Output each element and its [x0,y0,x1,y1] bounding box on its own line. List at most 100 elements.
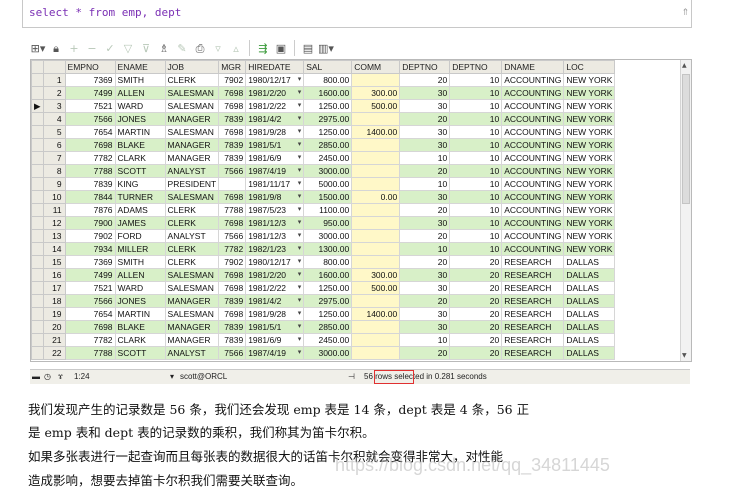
table-cell[interactable]: SALESMAN [164,281,220,295]
table-cell[interactable]: 7698 [218,268,247,282]
table-cell[interactable]: 7566 [218,164,247,178]
table-cell[interactable]: 2975.00 [303,294,353,308]
table-cell[interactable]: 3000.00 [303,164,353,178]
table-row[interactable]: 9 7839 KING PRESIDENT 1981/11/17 ▾ 5000.00 10 10… [31,177,616,191]
table-cell[interactable]: WARD [114,99,166,113]
row-indicator[interactable] [31,294,44,308]
table-cell[interactable]: 20 [449,255,503,269]
table-cell[interactable]: 10 [399,242,451,256]
table-cell[interactable]: PRESIDENT [164,177,220,191]
table-cell[interactable]: 30 [399,320,451,334]
table-cell[interactable]: 7566 [218,346,247,360]
row-number[interactable]: 18 [42,294,66,308]
row-number[interactable]: 20 [42,320,66,334]
row-indicator[interactable] [31,281,44,295]
row-indicator[interactable] [31,138,44,152]
table-cell[interactable]: 7566 [64,112,116,126]
table-cell[interactable]: 1981/6/9 ▾ [245,333,305,347]
table-row[interactable]: ▶ 3 7521 WARD SALESMAN 7698 1981/2/22 ▾ 1250.00 5… [31,99,616,113]
table-cell[interactable]: 2450.00 [303,151,353,165]
table-cell[interactable]: DALLAS [563,320,616,334]
table-cell[interactable]: 2850.00 [303,138,353,152]
table-cell[interactable]: 10 [399,177,451,191]
table-cell[interactable]: SALESMAN [164,99,220,113]
table-cell[interactable]: BLAKE [114,320,166,334]
table-cell[interactable]: 7698 [218,86,247,100]
table-cell[interactable]: 7934 [64,242,116,256]
table-cell[interactable]: 10 [449,216,503,230]
table-cell[interactable]: 3000.00 [303,229,353,243]
table-cell[interactable]: 30 [399,216,451,230]
table-cell[interactable]: MARTIN [114,307,166,321]
row-number[interactable]: 17 [42,281,66,295]
table-cell[interactable]: 7499 [64,86,116,100]
table-cell[interactable]: 20 [449,320,503,334]
table-cell[interactable] [351,177,401,191]
table-cell[interactable]: ACCOUNTING [501,125,565,139]
table-cell[interactable]: DALLAS [563,255,616,269]
table-cell[interactable]: ACCOUNTING [501,86,565,100]
row-number[interactable]: 3 [42,99,66,113]
table-cell[interactable]: DALLAS [563,333,616,347]
table-cell[interactable]: 1980/12/17 ▾ [245,255,305,269]
table-cell[interactable]: 1981/11/17 ▾ [245,177,305,191]
table-cell[interactable]: 7788 [218,203,247,217]
table-cell[interactable]: 7876 [64,203,116,217]
table-cell[interactable]: 20 [399,294,451,308]
table-cell[interactable]: FORD [114,229,166,243]
table-cell[interactable]: JAMES [114,216,166,230]
table-cell[interactable]: 1400.00 [351,307,401,321]
add-record-icon[interactable]: + [66,40,82,56]
table-cell[interactable]: ACCOUNTING [501,190,565,204]
row-indicator[interactable] [31,203,44,217]
table-cell[interactable]: 0.00 [351,190,401,204]
row-number[interactable]: 11 [42,203,66,217]
table-cell[interactable]: NEW YORK [563,73,616,87]
row-number[interactable]: 21 [42,333,66,347]
table-cell[interactable]: 7788 [64,164,116,178]
row-indicator[interactable] [31,216,44,230]
table-cell[interactable]: 300.00 [351,268,401,282]
table-cell[interactable]: NEW YORK [563,138,616,152]
table-cell[interactable]: NEW YORK [563,151,616,165]
table-row[interactable]: 21 7782 CLARK MANAGER 7839 1981/6/9 ▾ 2450.00 10… [31,333,616,347]
column-header[interactable]: ENAME [114,60,166,74]
previous-page-icon[interactable]: ▵ [228,40,244,56]
table-cell[interactable]: ACCOUNTING [501,73,565,87]
table-cell[interactable]: SCOTT [114,164,166,178]
table-cell[interactable]: 1250.00 [303,307,353,321]
table-cell[interactable]: 20 [399,203,451,217]
table-cell[interactable]: 20 [399,73,451,87]
row-number[interactable]: 22 [42,346,66,360]
column-header[interactable]: LOC [563,60,616,74]
column-header[interactable]: HIREDATE [245,60,305,74]
table-cell[interactable]: 20 [449,268,503,282]
table-row[interactable]: 18 7566 JONES MANAGER 7839 1981/4/2 ▾ 2975.00 20… [31,294,616,308]
table-cell[interactable] [351,164,401,178]
table-cell[interactable]: 20 [399,164,451,178]
table-cell[interactable]: 1981/12/3 ▾ [245,216,305,230]
table-cell[interactable]: ALLEN [114,86,166,100]
table-cell[interactable]: 20 [449,281,503,295]
table-cell[interactable]: ANALYST [164,346,220,360]
table-cell[interactable]: 7902 [218,73,247,87]
table-cell[interactable]: 7839 [218,333,247,347]
table-cell[interactable]: 1250.00 [303,281,353,295]
table-cell[interactable]: ACCOUNTING [501,151,565,165]
scroll-up-icon[interactable]: ▲ [682,62,687,69]
vertical-scrollbar[interactable]: ▲ ▼ [680,60,691,361]
table-cell[interactable]: 20 [399,255,451,269]
table-cell[interactable]: 7839 [218,320,247,334]
table-cell[interactable]: NEW YORK [563,164,616,178]
table-cell[interactable]: NEW YORK [563,229,616,243]
row-number[interactable]: 5 [42,125,66,139]
table-cell[interactable]: BLAKE [114,138,166,152]
delete-record-icon[interactable]: − [84,40,100,56]
table-cell[interactable]: CLARK [114,151,166,165]
table-cell[interactable]: 1500.00 [303,190,353,204]
table-cell[interactable]: RESEARCH [501,333,565,347]
table-cell[interactable] [351,294,401,308]
table-cell[interactable]: 7654 [64,307,116,321]
table-cell[interactable]: RESEARCH [501,307,565,321]
table-cell[interactable]: 1982/1/23 ▾ [245,242,305,256]
